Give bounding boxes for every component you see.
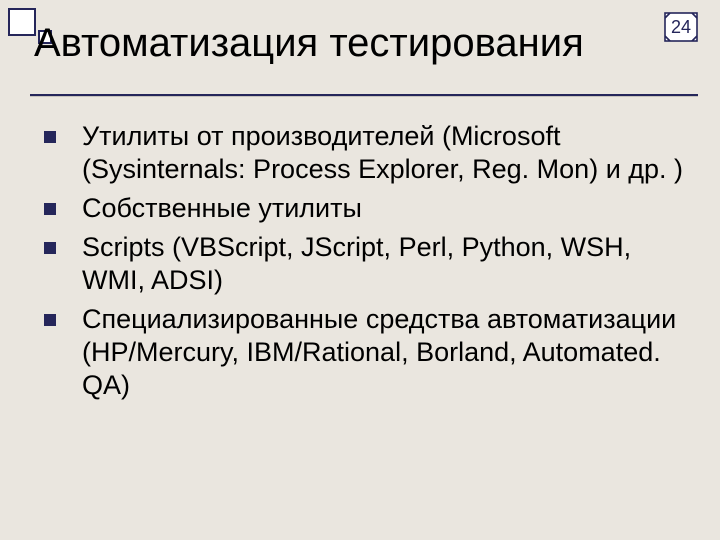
slide: 24 Автоматизация тестирования Утилиты от… [0, 0, 720, 540]
list-item-text: Утилиты от производителей (Microsoft (Sy… [82, 120, 686, 186]
slide-title: Автоматизация тестирования [34, 22, 650, 64]
bullet-icon [44, 314, 56, 326]
title-divider [30, 94, 698, 96]
slide-number: 24 [664, 12, 698, 42]
list-item: Специализированные средства автоматизаци… [44, 303, 686, 402]
bullet-icon [44, 131, 56, 143]
bullet-icon [44, 203, 56, 215]
list-item: Собственные утилиты [44, 192, 686, 225]
bullet-icon [44, 242, 56, 254]
list-item-text: Специализированные средства автоматизаци… [82, 303, 686, 402]
list-item: Scripts (VBScript, JScript, Perl, Python… [44, 231, 686, 297]
slide-body: Утилиты от производителей (Microsoft (Sy… [44, 120, 686, 408]
list-item-text: Scripts (VBScript, JScript, Perl, Python… [82, 231, 686, 297]
list-item: Утилиты от производителей (Microsoft (Sy… [44, 120, 686, 186]
list-item-text: Собственные утилиты [82, 192, 686, 225]
square-icon [8, 8, 36, 36]
slide-number-badge: 24 [664, 12, 698, 42]
